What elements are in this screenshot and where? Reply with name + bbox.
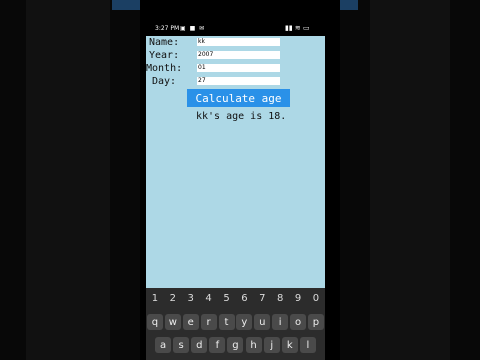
key-h[interactable]: h xyxy=(245,337,262,353)
key-d[interactable]: d xyxy=(191,337,208,353)
keyboard-number-row: 1234567890 xyxy=(146,293,325,304)
key-j[interactable]: j xyxy=(263,337,280,353)
year-label: Year: xyxy=(149,50,180,61)
name-label: Name: xyxy=(149,37,180,48)
key-4[interactable]: 4 xyxy=(201,293,217,304)
key-3[interactable]: 3 xyxy=(183,293,199,304)
key-l[interactable]: l xyxy=(299,337,316,353)
year-input[interactable] xyxy=(197,51,280,59)
key-0[interactable]: 0 xyxy=(308,293,324,304)
key-p[interactable]: p xyxy=(307,314,324,330)
key-f[interactable]: f xyxy=(209,337,226,353)
key-5[interactable]: 5 xyxy=(219,293,235,304)
day-input[interactable] xyxy=(197,77,280,85)
calculate-age-button[interactable]: Calculate age xyxy=(187,89,290,107)
key-6[interactable]: 6 xyxy=(236,293,252,304)
key-i[interactable]: i xyxy=(272,314,289,330)
status-bar: 3:27 PM ▣ ■ ✉ ▮▮ ≋ ▭ xyxy=(140,22,340,36)
day-label: Day: xyxy=(152,76,177,87)
key-a[interactable]: a xyxy=(155,337,172,353)
signal-wifi-battery-icons: ▮▮ ≋ ▭ xyxy=(285,24,310,32)
key-g[interactable]: g xyxy=(227,337,244,353)
age-calculator-app: Name: Year: Month: Day: Calculate age kk… xyxy=(146,36,325,288)
name-input[interactable] xyxy=(197,38,280,46)
key-s[interactable]: s xyxy=(173,337,190,353)
keyboard-row-2: asdfghjkl xyxy=(146,337,325,353)
key-k[interactable]: k xyxy=(281,337,298,353)
blurred-phone-right xyxy=(370,0,450,360)
key-2[interactable]: 2 xyxy=(165,293,181,304)
phone-bezel-right xyxy=(325,36,340,360)
blurred-blue-band-right xyxy=(340,0,358,10)
phone-screen: 3:27 PM ▣ ■ ✉ ▮▮ ≋ ▭ Name: Year: Month: … xyxy=(140,0,340,360)
key-7[interactable]: 7 xyxy=(254,293,270,304)
key-o[interactable]: o xyxy=(290,314,307,330)
key-1[interactable]: 1 xyxy=(147,293,163,304)
blurred-phone-left xyxy=(26,0,110,360)
key-9[interactable]: 9 xyxy=(290,293,306,304)
key-q[interactable]: q xyxy=(146,314,163,330)
key-8[interactable]: 8 xyxy=(272,293,288,304)
key-t[interactable]: t xyxy=(218,314,235,330)
month-input[interactable] xyxy=(197,64,280,72)
key-w[interactable]: w xyxy=(164,314,181,330)
keyboard-row-1: qwertyuiop xyxy=(146,314,325,330)
blurred-blue-band-left xyxy=(112,0,140,10)
blurred-background-left xyxy=(0,0,140,360)
age-result-text: kk's age is 18. xyxy=(196,111,287,122)
key-u[interactable]: u xyxy=(254,314,271,330)
blurred-background-right xyxy=(340,0,480,360)
notification-icons: ▣ ■ ✉ xyxy=(180,25,206,32)
key-r[interactable]: r xyxy=(200,314,217,330)
status-time: 3:27 PM xyxy=(155,25,180,32)
month-label: Month: xyxy=(146,63,183,74)
on-screen-keyboard: 1234567890 qwertyuiop asdfghjkl xyxy=(146,288,325,360)
key-y[interactable]: y xyxy=(236,314,253,330)
key-e[interactable]: e xyxy=(182,314,199,330)
